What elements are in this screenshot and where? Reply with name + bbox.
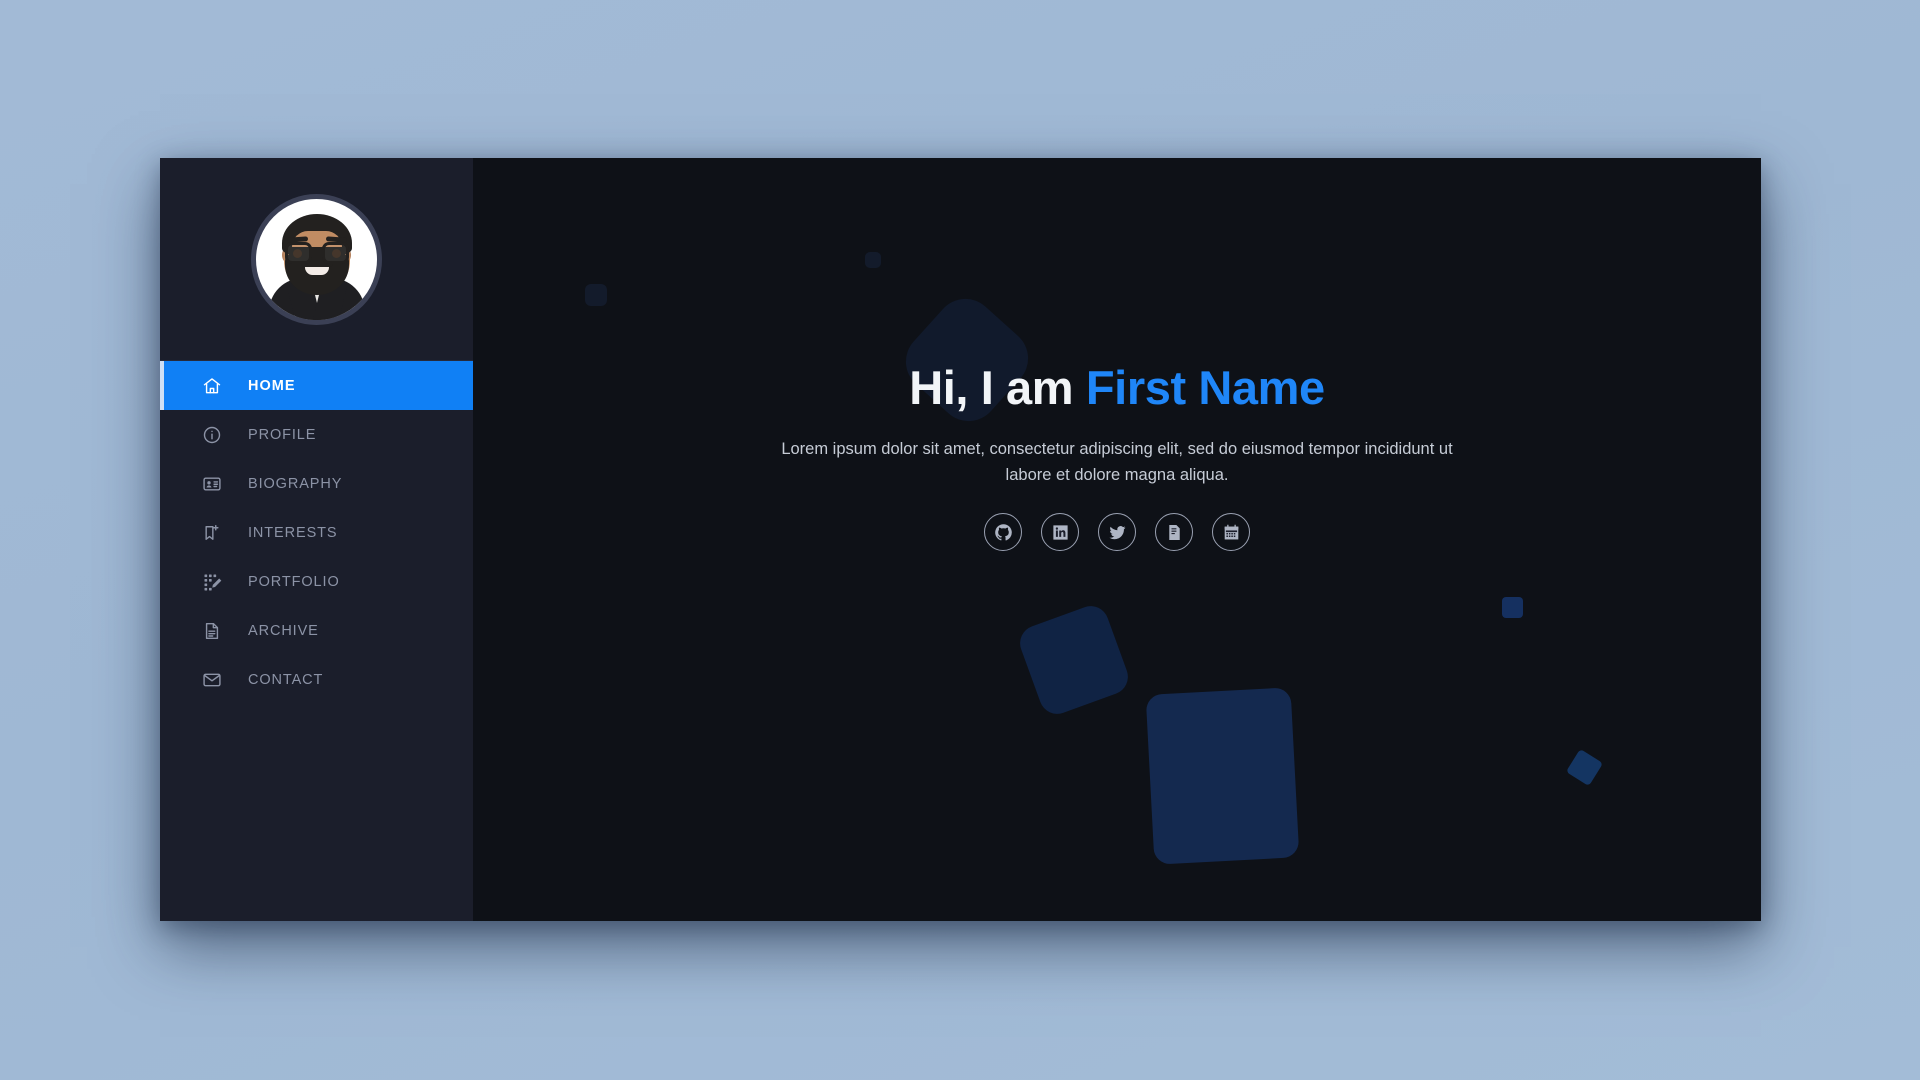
hero-greeting: Hi, I am (909, 361, 1074, 414)
sidebar-item-interests[interactable]: INTERESTS (160, 508, 473, 557)
sidebar-item-archive[interactable]: ARCHIVE (160, 606, 473, 655)
sidebar-item-biography[interactable]: BIOGRAPHY (160, 459, 473, 508)
social-link-linkedin[interactable] (1041, 513, 1079, 552)
envelope-icon (202, 670, 222, 690)
sidebar: HOME PROFILE BIOGRAPHY INTERESTS PORTFOL… (160, 158, 473, 921)
sidebar-item-label: HOME (248, 377, 296, 394)
sidebar-item-contact[interactable]: CONTACT (160, 655, 473, 704)
avatar (251, 193, 382, 325)
social-links (984, 513, 1250, 552)
social-link-cv[interactable] (1155, 513, 1193, 552)
sidebar-item-label: INTERESTS (248, 524, 338, 541)
sidebar-item-label: PORTFOLIO (248, 573, 340, 590)
social-link-twitter[interactable] (1098, 513, 1136, 552)
site-window: HOME PROFILE BIOGRAPHY INTERESTS PORTFOL… (160, 158, 1761, 921)
sidebar-brand (160, 158, 473, 361)
sidebar-item-label: BIOGRAPHY (248, 475, 343, 492)
github-icon (994, 523, 1012, 541)
avatar-memoji-icon (256, 199, 377, 320)
info-circle-icon (202, 425, 222, 445)
document-icon (202, 621, 222, 641)
desktop-backdrop: HOME PROFILE BIOGRAPHY INTERESTS PORTFOL… (0, 0, 1920, 1080)
sidebar-item-label: ARCHIVE (248, 622, 319, 639)
twitter-icon (1108, 525, 1126, 539)
id-card-icon (202, 474, 222, 494)
home-icon (202, 376, 222, 396)
social-link-github[interactable] (984, 513, 1022, 552)
hero-name: First Name (1085, 361, 1325, 414)
hero-subtitle: Lorem ipsum dolor sit amet, consectetur … (781, 439, 1453, 485)
sidebar-item-home[interactable]: HOME (160, 361, 473, 410)
main-content: Hi, I am First Name Lorem ipsum dolor si… (473, 158, 1761, 921)
document-text-icon (1168, 524, 1180, 540)
social-link-calendar[interactable] (1212, 513, 1250, 552)
calendar-icon (1224, 524, 1238, 540)
sidebar-item-label: PROFILE (248, 426, 317, 443)
grid-pencil-icon (202, 572, 222, 592)
sidebar-item-profile[interactable]: PROFILE (160, 410, 473, 459)
sidebar-nav: HOME PROFILE BIOGRAPHY INTERESTS PORTFOL… (160, 361, 473, 704)
page-title: Hi, I am First Name (909, 362, 1325, 414)
hero-section: Hi, I am First Name Lorem ipsum dolor si… (473, 158, 1761, 921)
sidebar-item-label: CONTACT (248, 671, 324, 688)
bookmark-plus-icon (202, 523, 222, 543)
linkedin-icon (1052, 525, 1068, 540)
sidebar-item-portfolio[interactable]: PORTFOLIO (160, 557, 473, 606)
